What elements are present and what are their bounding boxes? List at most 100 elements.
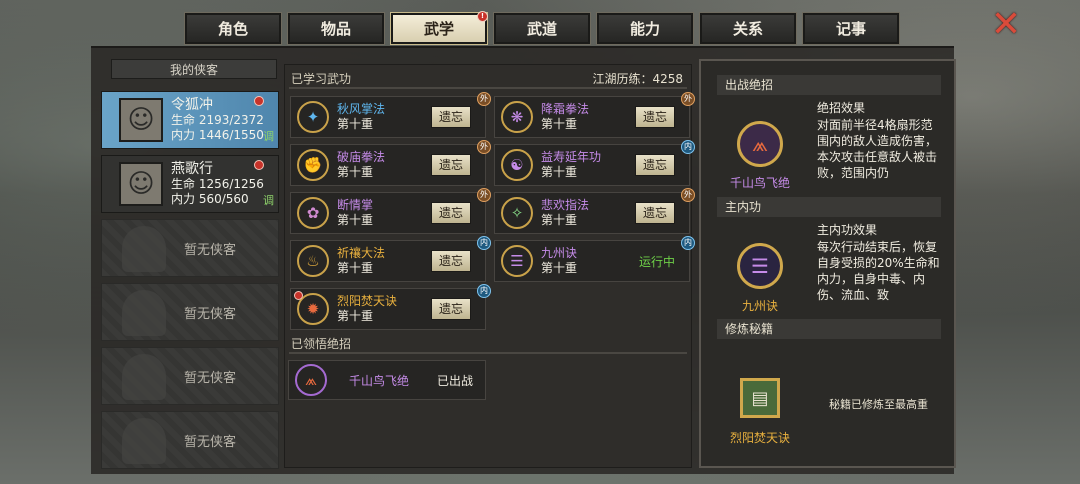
tab-role[interactable]: 角色 (184, 12, 282, 45)
empty-slot-label: 暂无侠客 (183, 306, 236, 322)
detail-panel: 出战绝招 ⩕ 千山鸟飞绝 绝招效果 对面前半径4格扇形范围内的敌人造成伤害，本次… (699, 59, 956, 468)
hero-card-yangexing[interactable]: ☺ 燕歌行 生命 1256/1256 内力 560/560 调 (101, 155, 279, 213)
skill-level: 第十重 (337, 261, 374, 275)
ultimate-effect-desc: 对面前半径4格扇形范围内的敌人造成伤害，本次攻击任意敌人被击败，范围内仍 (817, 118, 938, 180)
skill-card[interactable]: ☰ 九州诀 第十重 运行中 内 (494, 236, 695, 282)
inner-effect-title: 主内功效果 (817, 223, 878, 237)
divider (289, 87, 687, 89)
empty-slot-label: 暂无侠客 (183, 434, 236, 450)
tune-button[interactable]: 调 (263, 128, 274, 144)
skill-emblem-icon: ✧ (501, 197, 533, 229)
ultimate-emblem-icon: ⩕ (295, 364, 327, 396)
skill-name: 降霜拳法 (541, 102, 590, 116)
tab-items[interactable]: 物品 (287, 12, 385, 45)
inner-skill-emblem-icon: ☰ (737, 243, 783, 289)
alert-dot-icon (294, 291, 303, 300)
external-tag-badge: 外 (681, 92, 695, 106)
skill-name: 破庙拳法 (337, 150, 386, 164)
hero-info: 令狐冲 生命 2193/2372 内力 1446/1550 (171, 97, 264, 143)
ultimate-card[interactable]: ⩕ 千山鸟飞绝 已出战 (288, 360, 486, 400)
skill-level: 第十重 (541, 117, 578, 131)
learned-skills-title: 已学习武功 (291, 72, 352, 86)
forget-button[interactable]: 遗忘 (431, 298, 471, 320)
hero-portrait-avatar: ☺ (119, 98, 163, 142)
internal-tag-badge: 内 (681, 236, 695, 250)
forget-button[interactable]: 遗忘 (431, 202, 471, 224)
tab-martial-arts-label: 武学 (423, 20, 454, 38)
empty-hero-slot[interactable]: 暂无侠客 (101, 219, 279, 277)
internal-tag-badge: 内 (477, 284, 491, 298)
tab-ability[interactable]: 能力 (596, 12, 694, 45)
skill-card[interactable]: ✹ 烈阳焚天诀 第十重 遗忘 内 (290, 284, 491, 330)
skill-emblem-icon: ✦ (297, 101, 329, 133)
skill-emblem-icon: ✿ (297, 197, 329, 229)
skill-emblem-icon: ☰ (501, 245, 533, 277)
manual-note: 秘籍已修炼至最高重 (829, 398, 928, 411)
skill-level: 第十重 (337, 117, 374, 131)
skill-name: 益寿延年功 (541, 150, 602, 164)
skill-emblem-icon: ❋ (501, 101, 533, 133)
skill-card[interactable]: ♨ 祈禳大法 第十重 遗忘 内 (290, 236, 491, 282)
jianghu-experience: 江湖历练：4258 (592, 72, 683, 86)
external-tag-badge: 外 (477, 188, 491, 202)
skill-card[interactable]: ✧ 悲欢指法 第十重 遗忘 外 (494, 188, 695, 234)
silhouette-icon (122, 418, 166, 464)
skill-card[interactable]: ✿ 断情掌 第十重 遗忘 外 (290, 188, 491, 234)
empty-hero-slot[interactable]: 暂无侠客 (101, 411, 279, 469)
battle-ultimate-name: 千山鸟飞绝 (729, 176, 790, 190)
skill-card[interactable]: ✦ 秋风掌法 第十重 遗忘 外 (290, 92, 491, 138)
empty-hero-slot[interactable]: 暂无侠客 (101, 283, 279, 341)
hero-name: 燕歌行 (171, 160, 213, 177)
hero-info: 燕歌行 生命 1256/1256 内力 560/560 (171, 160, 264, 207)
external-tag-badge: 外 (477, 92, 491, 106)
skill-emblem-icon: ♨ (297, 245, 329, 277)
running-status: 运行中 (638, 255, 675, 269)
hero-hp: 生命 2193/2372 (171, 112, 264, 127)
forget-button[interactable]: 遗忘 (431, 154, 471, 176)
ultimate-effect-title: 绝招效果 (817, 101, 866, 115)
manual-name: 烈阳焚天诀 (729, 431, 790, 445)
main-inner-name: 九州诀 (741, 299, 778, 313)
silhouette-icon (122, 354, 166, 400)
hero-portrait-avatar: ☺ (119, 162, 163, 206)
internal-tag-badge: 内 (681, 140, 695, 154)
hero-mp: 内力 1446/1550 (171, 127, 264, 142)
skill-name: 烈阳焚天诀 (337, 294, 398, 308)
tab-martial-way[interactable]: 武道 (493, 12, 591, 45)
skill-card[interactable]: ❋ 降霜拳法 第十重 遗忘 外 (494, 92, 695, 138)
tab-notes[interactable]: 记事 (802, 12, 900, 45)
skill-level: 第十重 (337, 165, 374, 179)
skill-emblem-icon: ☯ (501, 149, 533, 181)
alert-dot-icon (254, 96, 264, 106)
skill-level: 第十重 (541, 261, 578, 275)
tune-button[interactable]: 调 (263, 192, 274, 208)
skill-card[interactable]: ✊ 破庙拳法 第十重 遗忘 外 (290, 140, 491, 186)
ultimate-emblem-icon: ⩕ (737, 121, 783, 167)
forget-button[interactable]: 遗忘 (635, 154, 675, 176)
ultimate-state: 已出战 (437, 373, 474, 388)
forget-button[interactable]: 遗忘 (635, 106, 675, 128)
forget-button[interactable]: 遗忘 (431, 250, 471, 272)
divider (289, 352, 687, 354)
book-icon: ▤ (740, 378, 780, 418)
skill-name: 九州诀 (541, 246, 578, 260)
hero-list-header: 我的侠客 (111, 59, 277, 79)
ultimate-name: 千山鸟飞绝 (349, 373, 410, 388)
battle-ultimate-header: 出战绝招 (717, 75, 941, 95)
tab-relations[interactable]: 关系 (699, 12, 797, 45)
forget-button[interactable]: 遗忘 (431, 106, 471, 128)
alert-dot-icon (254, 160, 264, 170)
empty-hero-slot[interactable]: 暂无侠客 (101, 347, 279, 405)
skill-name: 秋风掌法 (337, 102, 386, 116)
skill-name: 悲欢指法 (541, 198, 590, 212)
main-tabs: 角色 物品 武学! 武道 能力 关系 记事 (184, 11, 900, 45)
empty-slot-label: 暂无侠客 (183, 370, 236, 386)
forget-button[interactable]: 遗忘 (635, 202, 675, 224)
manual-header: 修炼秘籍 (717, 319, 941, 339)
external-tag-badge: 外 (681, 188, 695, 202)
skill-level: 第十重 (541, 165, 578, 179)
hero-card-linghuchong[interactable]: ☺ 令狐冲 生命 2193/2372 内力 1446/1550 调 (101, 91, 279, 149)
close-button[interactable]: ✕ (988, 7, 1024, 43)
skill-card[interactable]: ☯ 益寿延年功 第十重 遗忘 内 (494, 140, 695, 186)
tab-martial-arts[interactable]: 武学! (390, 11, 488, 45)
